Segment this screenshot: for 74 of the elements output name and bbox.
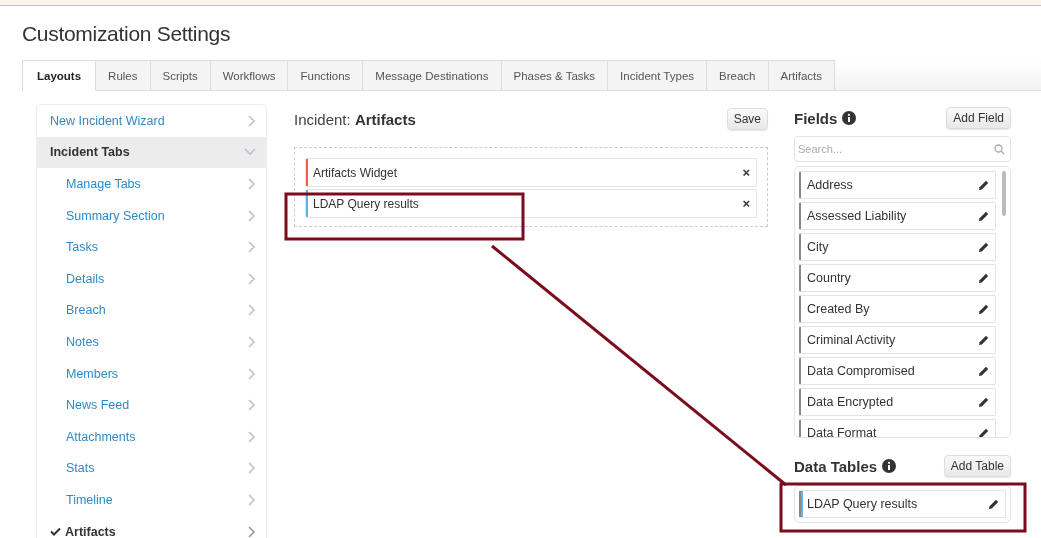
sidebar-item[interactable]: Breach — [37, 294, 266, 327]
field-item[interactable]: Data Format — [799, 419, 996, 437]
tab[interactable]: Artifacts — [768, 60, 836, 90]
tab[interactable]: Functions — [288, 60, 364, 90]
add-table-button[interactable]: Add Table — [943, 455, 1011, 477]
sidebar-item[interactable]: Tasks — [37, 231, 266, 263]
field-item[interactable]: City — [799, 233, 996, 261]
field-item[interactable]: Assessed Liability — [799, 202, 996, 230]
pencil-icon — [978, 396, 989, 408]
chevron-right-icon — [248, 462, 256, 475]
field-item[interactable]: Created By — [799, 295, 996, 323]
field-item[interactable]: Data Compromised — [799, 357, 996, 385]
tab[interactable]: Phases & Tasks — [501, 60, 609, 90]
sidebar-item[interactable]: Notes — [37, 326, 266, 358]
pencil-icon — [988, 498, 999, 510]
field-item[interactable]: Address — [799, 171, 996, 199]
chevron-right-icon — [248, 209, 256, 222]
remove-button[interactable]: × — [742, 165, 750, 180]
fields-title: Fields — [794, 109, 838, 127]
sidebar-item[interactable]: Stats — [37, 452, 266, 485]
info-icon — [882, 459, 897, 473]
chevron-right-icon — [248, 114, 256, 127]
chevron-right-icon — [248, 493, 256, 506]
add-field-button[interactable]: Add Field — [946, 107, 1011, 129]
chevron-right-icon — [248, 304, 256, 317]
pencil-icon — [978, 427, 989, 437]
widget-item[interactable]: LDAP Query results × — [305, 189, 757, 218]
chevron-right-icon — [248, 178, 256, 190]
sidebar-group-header[interactable]: Incident Tabs — [37, 136, 266, 169]
data-table-item[interactable]: LDAP Query results — [799, 490, 1006, 518]
sidebar-item[interactable]: Attachments — [37, 420, 266, 453]
check-icon — [50, 527, 61, 536]
sidebar-item[interactable]: News Feed — [37, 389, 266, 421]
save-button[interactable]: Save — [726, 108, 768, 130]
pencil-icon — [978, 303, 989, 315]
sidebar-item[interactable]: Artifacts — [37, 515, 266, 538]
field-item[interactable]: Criminal Activity — [799, 326, 996, 354]
chevron-right-icon — [248, 430, 256, 443]
pencil-icon — [978, 272, 989, 284]
pencil-icon — [978, 179, 989, 191]
sidebar-item[interactable]: Details — [37, 262, 266, 295]
tab[interactable]: Layouts — [22, 60, 97, 91]
search-field[interactable]: Search... — [794, 136, 1011, 162]
layout-heading: Incident: Artifacts — [294, 110, 416, 128]
chevron-right-icon — [248, 399, 256, 412]
widget-item[interactable]: Artifacts Widget × — [305, 158, 757, 187]
info-icon — [842, 111, 857, 125]
chevron-right-icon — [248, 272, 256, 285]
tab[interactable]: Breach — [707, 60, 769, 90]
pencil-icon — [978, 334, 989, 346]
chevron-right-icon — [248, 367, 256, 380]
sidebar-item[interactable]: Manage Tabs — [37, 168, 266, 200]
tab[interactable]: Rules — [96, 60, 151, 90]
remove-button[interactable]: × — [742, 196, 750, 211]
pencil-icon — [978, 365, 989, 377]
chevron-right-icon — [248, 241, 256, 254]
page-title: Customization Settings — [22, 22, 232, 46]
tab[interactable]: Workflows — [210, 60, 289, 90]
chevron-down-icon — [244, 148, 256, 157]
data-tables-title: Data Tables — [794, 457, 878, 475]
tab[interactable]: Message Destinations — [363, 60, 502, 90]
chevron-right-icon — [248, 335, 256, 348]
tab[interactable]: Scripts — [150, 60, 211, 90]
sidebar-item[interactable]: Timeline — [37, 484, 266, 516]
pencil-icon — [978, 210, 989, 222]
pencil-icon — [978, 241, 989, 253]
sidebar-item[interactable]: New Incident Wizard — [37, 105, 266, 137]
chevron-right-icon — [248, 525, 256, 538]
sidebar-item[interactable]: Summary Section — [37, 199, 266, 232]
tab[interactable]: Incident Types — [608, 60, 708, 90]
search-icon — [994, 144, 1005, 155]
sidebar-item[interactable]: Members — [37, 357, 266, 390]
field-item[interactable]: Data Encrypted — [799, 388, 996, 416]
field-item[interactable]: Country — [799, 264, 996, 292]
